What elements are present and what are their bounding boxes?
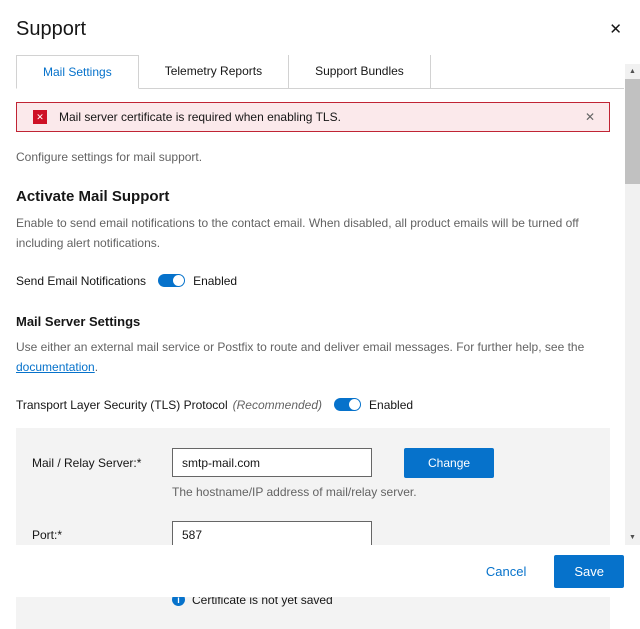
tab-mail-settings[interactable]: Mail Settings: [16, 55, 139, 89]
send-email-notifications-row: Send Email Notifications Enabled: [16, 274, 610, 288]
port-label: Port:*: [32, 528, 172, 542]
intro-text: Configure settings for mail support.: [16, 150, 610, 164]
description-text: Use either an external mail service or P…: [16, 340, 584, 354]
vertical-scrollbar[interactable]: ▲ ▼: [625, 64, 640, 545]
mail-server-form-panel: Mail / Relay Server:* Change The hostnam…: [16, 428, 610, 629]
scroll-down-icon[interactable]: ▼: [625, 530, 640, 545]
toggle-knob: [349, 399, 360, 410]
close-icon[interactable]: ✕: [607, 18, 624, 41]
tls-protocol-row: Transport Layer Security (TLS) Protocol …: [16, 398, 610, 412]
send-email-notifications-state: Enabled: [193, 274, 237, 288]
tab-bar: Mail Settings Telemetry Reports Support …: [16, 55, 624, 89]
tab-telemetry-reports[interactable]: Telemetry Reports: [139, 55, 289, 88]
activate-mail-support-heading: Activate Mail Support: [16, 188, 610, 205]
mail-relay-server-input[interactable]: [172, 448, 372, 477]
mail-server-settings-heading: Mail Server Settings: [16, 314, 610, 329]
scroll-up-icon[interactable]: ▲: [625, 64, 640, 79]
tls-recommended-label: (Recommended): [233, 398, 322, 412]
activate-mail-support-description: Enable to send email notifications to th…: [16, 213, 610, 254]
error-banner: ✕ Mail server certificate is required wh…: [16, 102, 610, 132]
error-icon: ✕: [33, 110, 47, 124]
mail-relay-server-label: Mail / Relay Server:*: [32, 456, 172, 470]
documentation-link[interactable]: documentation: [16, 360, 95, 374]
send-email-notifications-label: Send Email Notifications: [16, 274, 146, 288]
dialog-footer: Cancel Save: [0, 545, 640, 597]
dismiss-alert-icon[interactable]: ✕: [581, 110, 599, 124]
cancel-button[interactable]: Cancel: [486, 564, 526, 579]
mail-relay-server-row: Mail / Relay Server:* Change: [32, 448, 594, 478]
tab-support-bundles[interactable]: Support Bundles: [289, 55, 431, 88]
dialog-header: Support ✕: [0, 0, 640, 55]
toggle-knob: [173, 275, 184, 286]
error-message: Mail server certificate is required when…: [59, 110, 581, 124]
save-button[interactable]: Save: [554, 555, 624, 588]
mail-server-settings-description: Use either an external mail service or P…: [16, 337, 610, 378]
mail-relay-server-helper: The hostname/IP address of mail/relay se…: [172, 485, 594, 499]
send-email-notifications-toggle[interactable]: [158, 274, 185, 287]
description-period: .: [95, 360, 98, 374]
tls-protocol-state: Enabled: [369, 398, 413, 412]
scrollbar-thumb[interactable]: [625, 79, 640, 184]
support-dialog: Support ✕ Mail Settings Telemetry Report…: [0, 0, 640, 597]
tls-protocol-toggle[interactable]: [334, 398, 361, 411]
page-title: Support: [16, 18, 86, 41]
tls-protocol-label: Transport Layer Security (TLS) Protocol: [16, 398, 228, 412]
change-button[interactable]: Change: [404, 448, 494, 478]
